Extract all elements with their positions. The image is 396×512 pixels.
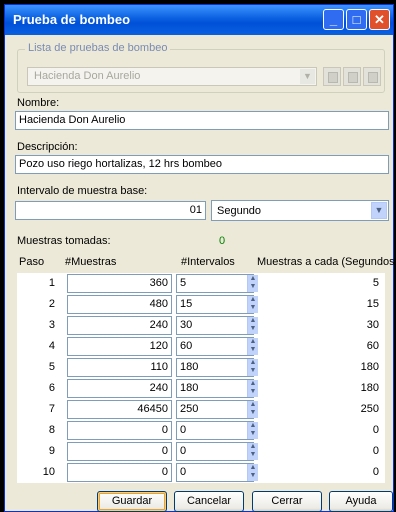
spin-arrows-icon[interactable]: ▲ ▼ (247, 317, 258, 334)
document-icon (328, 72, 338, 83)
segundos-cell: 180 (360, 361, 379, 373)
intervalos-input[interactable]: 30 (176, 316, 254, 335)
muestras-input[interactable]: 480 (67, 295, 172, 314)
spin-arrows-icon[interactable]: ▲ ▼ (247, 359, 258, 376)
paso-cell: 8 (48, 424, 55, 436)
segundos-cell: 30 (366, 319, 379, 331)
segundos-cell: 0 (372, 424, 379, 436)
muestras-tomadas-label: Muestras tomadas: (17, 235, 111, 247)
dialog-window: Prueba de bombeo _ □ ✕ Lista de pruebas … (4, 4, 396, 512)
table-row: 2 480 15 ▲ ▼ 15 (17, 294, 385, 315)
delete-record-button (363, 67, 381, 86)
muestras-input[interactable]: 240 (67, 379, 172, 398)
window-title: Prueba de bombeo (13, 12, 131, 27)
paso-cell: 3 (48, 319, 55, 331)
table-row: 7 46450 250 ▲ ▼ 250 (17, 399, 385, 420)
intervalos-input[interactable]: 180 (176, 358, 254, 377)
table-row: 3 240 30 ▲ ▼ 30 (17, 315, 385, 336)
header-segundos: Muestras a cada (Segundos) (257, 256, 396, 268)
intervalos-input[interactable]: 0 (176, 463, 254, 482)
intervalos-input[interactable]: 0 (176, 442, 254, 461)
muestras-input[interactable]: 0 (67, 463, 172, 482)
paso-cell: 10 (42, 466, 55, 478)
minimize-icon[interactable]: _ (323, 9, 344, 30)
spin-arrows-icon[interactable]: ▲ ▼ (247, 401, 258, 418)
guardar-button[interactable]: Guardar (97, 491, 167, 512)
edit-record-button (343, 67, 361, 86)
document-icon (368, 72, 378, 83)
table-row: 4 120 60 ▲ ▼ 60 (17, 336, 385, 357)
intervalo-unit-select[interactable]: Segundo ▼ (211, 200, 389, 221)
segundos-cell: 60 (366, 340, 379, 352)
muestras-input[interactable]: 360 (67, 274, 172, 293)
segundos-cell: 0 (372, 466, 379, 478)
header-muestras: #Muestras (65, 256, 117, 268)
segundos-cell: 250 (360, 403, 379, 415)
spin-arrows-icon[interactable]: ▲ ▼ (247, 422, 258, 439)
lista-selected-value: Hacienda Don Aurelio (34, 70, 141, 82)
segundos-cell: 0 (372, 445, 379, 457)
table-row: 8 0 0 ▲ ▼ 0 (17, 420, 385, 441)
table-row: 5 110 180 ▲ ▼ 180 (17, 357, 385, 378)
cerrar-button[interactable]: Cerrar (252, 491, 322, 512)
spin-arrows-icon[interactable]: ▲ ▼ (247, 443, 258, 460)
spin-arrows-icon[interactable]: ▲ ▼ (247, 380, 258, 397)
intervalos-input[interactable]: 0 (176, 421, 254, 440)
lista-legend: Lista de pruebas de bombeo (25, 42, 171, 54)
spin-arrows-icon[interactable]: ▲ ▼ (247, 296, 258, 313)
muestras-input[interactable]: 0 (67, 421, 172, 440)
descripcion-field[interactable]: Pozo uso riego hortalizas, 12 hrs bombeo (15, 155, 389, 174)
paso-cell: 5 (48, 361, 55, 373)
intervalos-input[interactable]: 250 (176, 400, 254, 419)
table-row: 6 240 180 ▲ ▼ 180 (17, 378, 385, 399)
maximize-icon[interactable]: □ (346, 9, 367, 30)
lista-select: Hacienda Don Aurelio ▼ (27, 67, 317, 86)
intervalos-input[interactable]: 5 (176, 274, 254, 293)
segundos-cell: 180 (360, 382, 379, 394)
chevron-down-icon: ▼ (300, 69, 315, 84)
document-icon (348, 72, 358, 83)
pasos-table: 1 360 5 ▲ ▼ 5 2 480 15 ▲ ▼ 15 3 240 30 ▲ ▼ 30 4 120 60 ▲ ▼ 60 5 1… (17, 273, 385, 483)
intervalo-label: Intervalo de muestra base: (17, 185, 148, 197)
close-icon[interactable]: ✕ (369, 9, 390, 30)
paso-cell: 2 (48, 298, 55, 310)
header-paso: Paso (19, 256, 45, 268)
table-row: 10 0 0 ▲ ▼ 0 (17, 462, 385, 483)
intervalos-input[interactable]: 60 (176, 337, 254, 356)
table-row: 1 360 5 ▲ ▼ 5 (17, 273, 385, 294)
muestras-input[interactable]: 240 (67, 316, 172, 335)
segundos-cell: 15 (366, 298, 379, 310)
title-bar[interactable]: Prueba de bombeo _ □ ✕ (5, 5, 393, 35)
muestras-input[interactable]: 110 (67, 358, 172, 377)
intervalo-unit-value: Segundo (217, 205, 262, 217)
new-record-button (323, 67, 341, 86)
ayuda-button[interactable]: Ayuda (329, 491, 393, 512)
segundos-cell: 5 (372, 277, 379, 289)
muestras-input[interactable]: 0 (67, 442, 172, 461)
muestras-tomadas-count: 0 (219, 235, 226, 247)
cancelar-button[interactable]: Cancelar (174, 491, 244, 512)
spin-arrows-icon[interactable]: ▲ ▼ (247, 275, 258, 292)
muestras-input[interactable]: 120 (67, 337, 172, 356)
intervalo-field[interactable]: 01 (15, 201, 206, 220)
intervalos-input[interactable]: 180 (176, 379, 254, 398)
spin-arrows-icon[interactable]: ▲ ▼ (247, 338, 258, 355)
paso-cell: 6 (48, 382, 55, 394)
descripcion-label: Descripción: (17, 141, 78, 153)
nombre-label: Nombre: (17, 97, 60, 109)
muestras-input[interactable]: 46450 (67, 400, 172, 419)
spin-arrows-icon[interactable]: ▲ ▼ (247, 464, 258, 481)
paso-cell: 1 (48, 277, 55, 289)
nombre-field[interactable]: Hacienda Don Aurelio (15, 111, 389, 130)
header-intervalos: #Intervalos (181, 256, 235, 268)
chevron-down-icon[interactable]: ▼ (371, 202, 387, 219)
paso-cell: 9 (48, 445, 55, 457)
paso-cell: 7 (48, 403, 55, 415)
intervalos-input[interactable]: 15 (176, 295, 254, 314)
table-row: 9 0 0 ▲ ▼ 0 (17, 441, 385, 462)
paso-cell: 4 (48, 340, 55, 352)
